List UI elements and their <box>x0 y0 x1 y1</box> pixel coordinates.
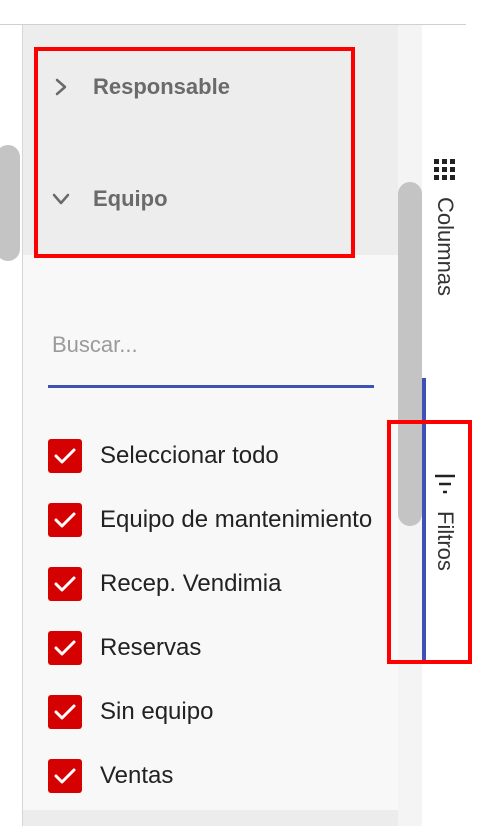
filter-icon <box>433 472 457 501</box>
checkbox-label: Reservas <box>100 634 202 661</box>
checkbox-item[interactable]: Equipo de mantenimiento <box>48 500 372 540</box>
checkbox[interactable] <box>48 759 82 793</box>
checkbox-item[interactable]: Sin equipo <box>48 692 213 732</box>
grid-icon <box>433 158 457 187</box>
checkbox-select-all[interactable]: Seleccionar todo <box>48 436 279 476</box>
search-input[interactable] <box>48 315 374 375</box>
tab-columnas[interactable]: Columnas <box>432 158 458 296</box>
checkbox-item[interactable]: Reservas <box>48 628 201 668</box>
checkbox[interactable] <box>48 695 82 729</box>
checkbox-label: Recep. Vendimia <box>100 570 282 597</box>
active-tab-indicator <box>422 378 426 664</box>
grid-edge <box>0 25 23 826</box>
search-underline <box>48 385 374 388</box>
checkbox-label: Equipo de mantenimiento <box>100 506 373 533</box>
checkbox[interactable] <box>48 631 82 665</box>
tab-filtros[interactable]: Filtros <box>432 472 458 571</box>
check-icon <box>54 448 76 464</box>
checkbox-label: Ventas <box>100 762 174 789</box>
check-icon <box>54 640 76 656</box>
grid-scrollbar-thumb[interactable] <box>0 145 20 261</box>
group-label-equipo: Equipo <box>93 186 168 211</box>
tab-columnas-label: Columnas <box>433 197 458 297</box>
panel-scrollbar-thumb[interactable] <box>398 182 422 526</box>
check-icon <box>54 512 76 528</box>
checkbox[interactable] <box>48 503 82 537</box>
chevron-down-icon <box>47 192 75 206</box>
filter-tool-panel-screen: Responsable Equipo Seleccionar todo E <box>0 0 484 826</box>
check-icon <box>54 576 76 592</box>
checkbox-item[interactable]: Ventas <box>48 756 173 796</box>
tab-filtros-label: Filtros <box>433 511 458 571</box>
group-responsable[interactable]: Responsable <box>23 63 398 111</box>
panel-footer <box>23 810 398 826</box>
filter-groups: Responsable Equipo <box>23 25 398 255</box>
checkbox-label: Seleccionar todo <box>100 442 279 469</box>
checkbox-item[interactable]: Recep. Vendimia <box>48 564 281 604</box>
group-equipo[interactable]: Equipo <box>23 175 398 223</box>
search-field <box>48 315 374 388</box>
checkbox-label: Sin equipo <box>100 698 214 725</box>
group-label-responsable: Responsable <box>93 74 230 99</box>
checkbox[interactable] <box>48 439 82 473</box>
chevron-right-icon <box>47 77 75 97</box>
filters-panel: Responsable Equipo Seleccionar todo E <box>23 25 398 826</box>
side-bar <box>422 25 484 826</box>
checkbox[interactable] <box>48 567 82 601</box>
check-icon <box>54 704 76 720</box>
check-icon <box>54 768 76 784</box>
